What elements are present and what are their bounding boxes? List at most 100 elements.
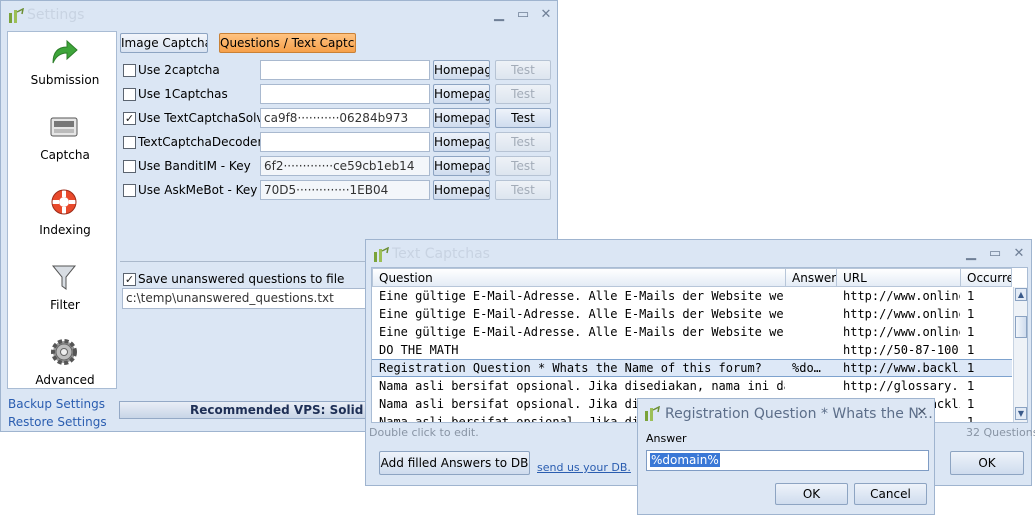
table-row[interactable]: DO THE MATH http://50-87-100-3… 1: [372, 341, 1012, 359]
minimize-icon[interactable]: ▁: [963, 246, 979, 262]
cell-occurred: 1: [967, 325, 975, 339]
maximize-icon[interactable]: ▭: [987, 246, 1003, 262]
col-url[interactable]: URL: [836, 268, 961, 287]
grid-scrollbar[interactable]: ▲ ▼: [1013, 287, 1027, 422]
cell-url: http://50-87-100-3…: [843, 343, 960, 357]
key-field-1captchas[interactable]: [260, 84, 430, 104]
answer-dialog-titlebar[interactable]: Registration Question * Whats the N… ✕: [638, 399, 934, 427]
arrow-icon: [52, 39, 78, 64]
col-question[interactable]: Question: [372, 268, 786, 287]
cell-occurred: 1: [967, 415, 975, 423]
homepage-button-askmebot[interactable]: Homepage: [433, 180, 490, 200]
checkbox-textcaptchadecoder[interactable]: [123, 136, 136, 149]
cell-occurred: 1: [967, 289, 975, 303]
nav-advanced[interactable]: Advanced: [8, 334, 122, 404]
cell-answer: [785, 305, 836, 323]
homepage-button-1captchas[interactable]: Homepage: [433, 84, 490, 104]
gear-icon: [51, 339, 77, 365]
nav-captcha[interactable]: Captcha: [8, 109, 122, 179]
captcha-icon: [50, 117, 78, 137]
cell-occurred: 1: [967, 307, 975, 321]
test-button-textcaptchadecoder[interactable]: Test: [495, 132, 551, 152]
key-field-banditim[interactable]: 6f2·············ce59cb1eb14: [260, 156, 430, 176]
close-icon[interactable]: ✕: [914, 405, 930, 421]
checkbox-save-unanswered[interactable]: ✓: [123, 273, 136, 286]
cell-answer: [785, 377, 836, 395]
homepage-button-textcaptchasolver[interactable]: Homepage: [433, 108, 490, 128]
service-row-2captcha: Use 2captcha Homepage Test: [118, 59, 557, 81]
edit-hint: Double click to edit.: [369, 426, 479, 439]
save-unanswered-label: Save unanswered questions to file: [138, 272, 345, 286]
test-button-banditim[interactable]: Test: [495, 156, 551, 176]
backup-settings-link[interactable]: Backup Settings: [8, 397, 105, 411]
answer-dialog-title: Registration Question * Whats the N…: [665, 406, 933, 422]
cell-occurred: 1: [967, 379, 975, 393]
tab-image-captchas[interactable]: Image Captchas: [120, 33, 208, 53]
add-filled-answers-button[interactable]: Add filled Answers to DB: [379, 451, 530, 475]
nav-captcha-label: Captcha: [40, 148, 90, 162]
service-row-textcaptchasolver: ✓ Use TextCaptchaSolver ca9f8···········…: [118, 107, 557, 129]
cell-answer: [785, 287, 836, 305]
checkbox-1captchas[interactable]: [123, 88, 136, 101]
send-db-link[interactable]: send us your DB.: [537, 461, 631, 474]
cell-question: Registration Question * Whats the Name o…: [379, 361, 762, 375]
settings-titlebar[interactable]: Settings ▁ ▭ ✕: [1, 1, 557, 29]
cell-answer: %do…: [792, 361, 821, 375]
table-row[interactable]: Eine gültige E-Mail-Adresse. Alle E-Mail…: [372, 287, 1012, 305]
col-answer[interactable]: Answer: [785, 268, 837, 287]
checkbox-banditim[interactable]: [123, 160, 136, 173]
table-row-selected[interactable]: Registration Question * Whats the Name o…: [372, 359, 1012, 377]
homepage-button-2captcha[interactable]: Homepage: [433, 60, 490, 80]
test-button-textcaptchasolver[interactable]: Test: [495, 108, 551, 128]
answer-input[interactable]: %domain%: [646, 450, 929, 471]
scroll-up-icon[interactable]: ▲: [1015, 288, 1027, 301]
minimize-icon[interactable]: ▁: [491, 7, 507, 23]
close-icon[interactable]: ✕: [1011, 246, 1027, 262]
answer-dialog: Registration Question * Whats the N… ✕ A…: [637, 398, 935, 515]
close-icon[interactable]: ✕: [538, 7, 554, 23]
cell-url: http://www.online…: [843, 325, 960, 339]
cell-answer: [785, 323, 836, 341]
nav-filter-label: Filter: [50, 298, 80, 312]
homepage-button-textcaptchadecoder[interactable]: Homepage: [433, 132, 490, 152]
key-field-textcaptchasolver[interactable]: ca9f8···········06284b973: [260, 108, 430, 128]
nav-indexing[interactable]: Indexing: [8, 184, 122, 254]
col-occurred[interactable]: Occurred: [960, 268, 1012, 287]
service-row-banditim: Use BanditIM - Key 6f2·············ce59c…: [118, 155, 557, 177]
answer-cancel-button[interactable]: Cancel: [854, 483, 927, 505]
cell-answer: [785, 341, 836, 359]
cell-url: http://www.online…: [843, 307, 960, 321]
question-count: 32 Questions: [966, 426, 1035, 439]
maximize-icon[interactable]: ▭: [515, 7, 531, 23]
scroll-down-icon[interactable]: ▼: [1015, 407, 1027, 420]
table-row[interactable]: Nama asli bersifat opsional. Jika disedi…: [372, 377, 1012, 395]
test-button-1captchas[interactable]: Test: [495, 84, 551, 104]
text-captchas-titlebar[interactable]: Text Captchas ▁ ▭ ✕: [366, 240, 1031, 268]
test-button-askmebot[interactable]: Test: [495, 180, 551, 200]
app-icon: [9, 8, 24, 23]
nav-filter[interactable]: Filter: [8, 259, 122, 329]
lifebuoy-icon: [51, 189, 77, 215]
key-field-textcaptchadecoder[interactable]: [260, 132, 430, 152]
cell-question: Eine gültige E-Mail-Adresse. Alle E-Mail…: [379, 307, 785, 321]
table-row[interactable]: Eine gültige E-Mail-Adresse. Alle E-Mail…: [372, 323, 1012, 341]
nav-submission[interactable]: Submission: [8, 34, 122, 104]
test-button-2captcha[interactable]: Test: [495, 60, 551, 80]
checkbox-askmebot[interactable]: [123, 184, 136, 197]
key-field-askmebot[interactable]: 70D5··············1EB04: [260, 180, 430, 200]
answer-ok-button[interactable]: OK: [775, 483, 848, 505]
app-icon: [645, 406, 660, 421]
restore-settings-link[interactable]: Restore Settings: [8, 415, 107, 429]
key-field-2captcha[interactable]: [260, 60, 430, 80]
checkbox-2captcha[interactable]: [123, 64, 136, 77]
cell-url: http://glossary.ki…: [843, 379, 960, 393]
nav-submission-label: Submission: [30, 73, 100, 87]
checkbox-textcaptchasolver[interactable]: ✓: [123, 112, 136, 125]
cell-occurred: 1: [967, 397, 975, 411]
table-row[interactable]: Eine gültige E-Mail-Adresse. Alle E-Mail…: [372, 305, 1012, 323]
scroll-thumb[interactable]: [1015, 316, 1027, 338]
text-captchas-ok-button[interactable]: OK: [950, 451, 1024, 475]
settings-nav: Submission Captcha Indexing Filter Advan…: [7, 31, 117, 389]
tab-questions-text-captchas[interactable]: Questions / Text Captchas: [219, 33, 356, 53]
homepage-button-banditim[interactable]: Homepage: [433, 156, 490, 176]
